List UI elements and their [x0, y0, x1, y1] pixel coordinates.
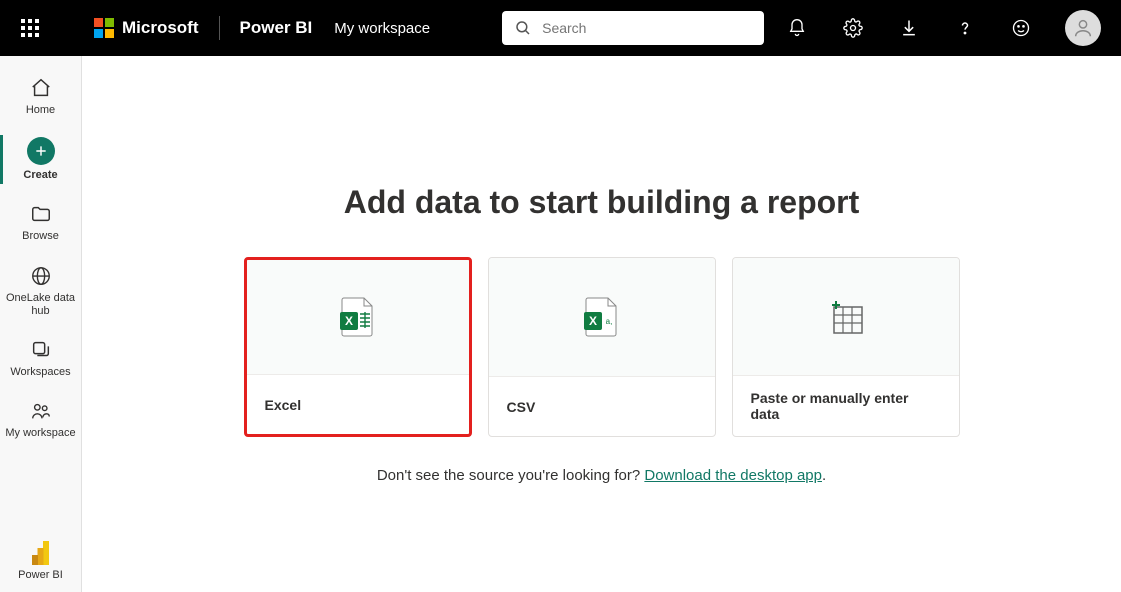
- data-source-cards: X Excel X: [244, 257, 960, 437]
- csv-file-icon: X a,: [584, 296, 620, 338]
- nav-label: My workspace: [5, 427, 75, 440]
- card-manual-data[interactable]: Paste or manually enter data: [732, 257, 960, 437]
- svg-text:X: X: [344, 314, 352, 328]
- feedback-button[interactable]: [1009, 16, 1033, 40]
- workspace-breadcrumb[interactable]: My workspace: [334, 20, 430, 37]
- nav-label: OneLake data hub: [4, 292, 77, 318]
- footer-prefix: Don't see the source you're looking for?: [377, 467, 645, 484]
- home-icon: [29, 76, 53, 100]
- waffle-icon: [21, 19, 39, 37]
- account-button[interactable]: [1065, 10, 1101, 46]
- card-csv[interactable]: X a, CSV: [488, 257, 716, 437]
- search-box[interactable]: [502, 11, 764, 45]
- plus-circle-icon: [27, 137, 55, 165]
- download-button[interactable]: [897, 16, 921, 40]
- powerbi-icon: [29, 541, 53, 565]
- nav-label: Browse: [22, 230, 59, 243]
- sidebar-item-onelake[interactable]: OneLake data hub: [0, 254, 81, 328]
- microsoft-brand: Microsoft: [94, 18, 199, 38]
- sidebar: Home Create Browse OneLake data hub Work: [0, 56, 82, 592]
- card-icon-area: X: [247, 260, 469, 374]
- svg-text:X: X: [588, 314, 596, 328]
- people-icon: [29, 399, 53, 423]
- question-icon: [955, 18, 975, 38]
- download-icon: [899, 18, 919, 38]
- app-launcher-button[interactable]: [12, 10, 48, 46]
- main-content: Add data to start building a report X: [82, 56, 1121, 592]
- nav-label: Home: [26, 104, 55, 117]
- settings-button[interactable]: [841, 16, 865, 40]
- search-icon: [514, 19, 532, 37]
- card-icon-area: X a,: [489, 258, 715, 376]
- table-plus-icon: [826, 297, 866, 337]
- card-label: CSV: [489, 376, 715, 436]
- download-desktop-link[interactable]: Download the desktop app: [644, 467, 822, 484]
- search-input[interactable]: [542, 20, 752, 36]
- topbar-actions: [785, 10, 1101, 46]
- separator: [219, 16, 220, 40]
- topbar: Microsoft Power BI My workspace: [0, 0, 1121, 56]
- page-title: Add data to start building a report: [344, 184, 860, 221]
- person-icon: [1072, 17, 1094, 39]
- folder-icon: [29, 202, 53, 226]
- card-label: Paste or manually enter data: [733, 375, 959, 436]
- nav-label: Create: [23, 169, 57, 182]
- sidebar-item-powerbi[interactable]: Power BI: [0, 531, 81, 592]
- excel-file-icon: X: [340, 296, 376, 338]
- sidebar-item-my-workspace[interactable]: My workspace: [0, 389, 81, 450]
- card-excel[interactable]: X Excel: [244, 257, 472, 437]
- smiley-icon: [1011, 18, 1031, 38]
- nav-label: Workspaces: [10, 366, 70, 379]
- microsoft-logo-icon: [94, 18, 114, 38]
- sidebar-item-browse[interactable]: Browse: [0, 192, 81, 253]
- sidebar-item-workspaces[interactable]: Workspaces: [0, 328, 81, 389]
- sidebar-item-create[interactable]: Create: [0, 127, 81, 192]
- gear-icon: [843, 18, 863, 38]
- notifications-button[interactable]: [785, 16, 809, 40]
- stack-icon: [29, 338, 53, 362]
- sidebar-item-home[interactable]: Home: [0, 66, 81, 127]
- product-name: Power BI: [240, 18, 313, 38]
- footer-help-text: Don't see the source you're looking for?…: [377, 467, 826, 484]
- bell-icon: [787, 18, 807, 38]
- svg-text:a,: a,: [605, 317, 612, 326]
- globe-icon: [29, 264, 53, 288]
- brand-text: Microsoft: [122, 18, 199, 38]
- card-icon-area: [733, 258, 959, 375]
- nav-label: Power BI: [18, 569, 63, 582]
- footer-suffix: .: [822, 467, 826, 484]
- help-button[interactable]: [953, 16, 977, 40]
- card-label: Excel: [247, 374, 469, 434]
